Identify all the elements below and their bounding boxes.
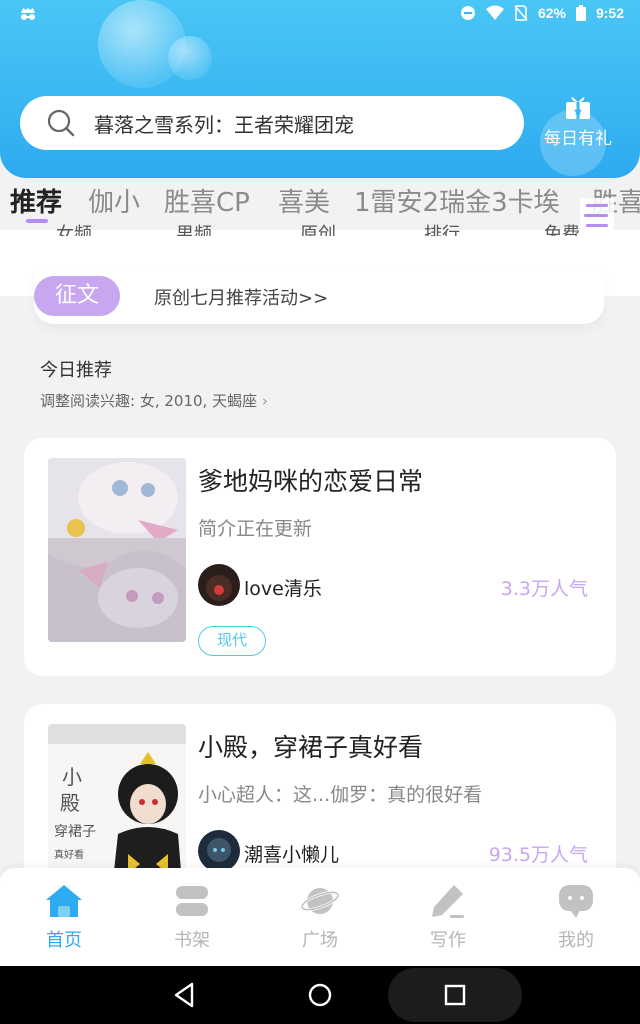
bookshelf-icon [176, 886, 208, 916]
tab-category[interactable]: 伽小 [88, 182, 140, 219]
tab-category[interactable]: 1雷安2瑞金3卡埃 [354, 182, 560, 219]
search-bar[interactable]: 暮落之雪系列：王者荣耀团宠 [20, 96, 524, 150]
interest-settings-link[interactable]: 调整阅读兴趣: 女, 2010, 天蝎座 › [40, 390, 268, 411]
contest-badge: 征文 [34, 276, 120, 316]
decor-bubble [168, 36, 212, 80]
back-icon[interactable] [170, 980, 200, 1010]
svg-text:真好看: 真好看 [54, 848, 84, 861]
dnd-icon [460, 6, 475, 20]
nav-write[interactable]: 写作 [408, 882, 488, 952]
nav-home[interactable]: 首页 [24, 882, 104, 952]
daily-gift-label: 每日有礼 [544, 129, 612, 149]
home-icon [46, 885, 82, 917]
nav-profile[interactable]: 我的 [536, 882, 616, 952]
battery-percent: 62% [537, 5, 566, 21]
genre-tag[interactable]: 现代 [198, 626, 266, 656]
header: 62% 9:52 暮落之雪系列：王者荣耀团宠 每日有礼 [0, 0, 640, 178]
popularity-count: 3.3万人气 [500, 578, 588, 600]
popularity-count: 93.5万人气 [488, 844, 588, 866]
book-description: 小心超人：这...伽罗：真的很好看 [198, 784, 483, 806]
nav-profile-label: 我的 [558, 930, 594, 951]
no-signal-icon [514, 5, 528, 21]
nav-write-label: 写作 [430, 930, 466, 951]
tabs-menu-icon[interactable] [580, 198, 614, 234]
search-icon [47, 109, 75, 137]
chat-bubble-icon [559, 885, 593, 918]
daily-gift-button[interactable]: 每日有礼 [538, 94, 618, 154]
book-description: 简介正在更新 [198, 518, 313, 540]
clock: 9:52 [595, 5, 624, 21]
book-card[interactable]: 小 殿 穿裙子 真好看 小殿，穿裙子真好看 小心超人：这...伽罗：真的很好看 … [24, 704, 616, 908]
pencil-icon [432, 885, 464, 918]
author-avatar [198, 830, 240, 872]
nav-home-label: 首页 [46, 930, 82, 951]
nav-bookshelf-label: 书架 [174, 930, 210, 951]
system-navigation-bar [0, 966, 640, 1024]
incognito-icon [21, 8, 35, 20]
bottom-nav: 首页 书架 广场 写作 我的 [0, 868, 640, 966]
wifi-icon [485, 5, 504, 20]
book-title: 小殿，穿裙子真好看 [198, 733, 424, 762]
contest-banner-text: 原创七月推荐活动>> [154, 288, 329, 309]
contest-banner[interactable]: 征文 原创七月推荐活动>> [34, 268, 604, 324]
author-name: love清乐 [244, 578, 322, 600]
active-tab-indicator [26, 219, 48, 223]
battery-icon [575, 5, 586, 21]
interest-settings-text: 调整阅读兴趣: 女, 2010, 天蝎座 [40, 392, 258, 410]
svg-text:小: 小 [62, 765, 82, 789]
book-card[interactable]: 爹地妈咪的恋爱日常 简介正在更新 love清乐 3.3万人气 现代 [24, 438, 616, 676]
planet-icon [300, 888, 340, 914]
book-title: 爹地妈咪的恋爱日常 [198, 467, 424, 496]
section-title: 今日推荐 [40, 360, 112, 381]
nav-plaza-label: 广场 [302, 930, 338, 951]
nav-plaza[interactable]: 广场 [280, 882, 360, 952]
category-tabs: 推荐 伽小 胜喜CP 喜美 1雷安2瑞金3卡埃 胜喜 [0, 178, 640, 230]
nav-bookshelf[interactable]: 书架 [152, 882, 232, 952]
home-circle-icon[interactable] [305, 980, 335, 1010]
chevron-right-icon: › [261, 392, 268, 410]
tab-category[interactable]: 胜喜CP [164, 182, 250, 219]
author-avatar [198, 564, 240, 606]
tab-category[interactable]: 喜美 [278, 182, 330, 219]
svg-text:穿裙子: 穿裙子 [54, 824, 96, 840]
book-cover-image [48, 458, 186, 642]
gift-icon [566, 97, 590, 119]
status-bar: 62% 9:52 [0, 0, 640, 30]
recent-apps-icon[interactable] [440, 980, 470, 1010]
author-name: 潮喜小懒儿 [244, 844, 340, 866]
search-text: 暮落之雪系列：王者荣耀团宠 [94, 112, 354, 137]
svg-text:殿: 殿 [60, 791, 80, 815]
tab-recommend[interactable]: 推荐 [10, 182, 62, 219]
